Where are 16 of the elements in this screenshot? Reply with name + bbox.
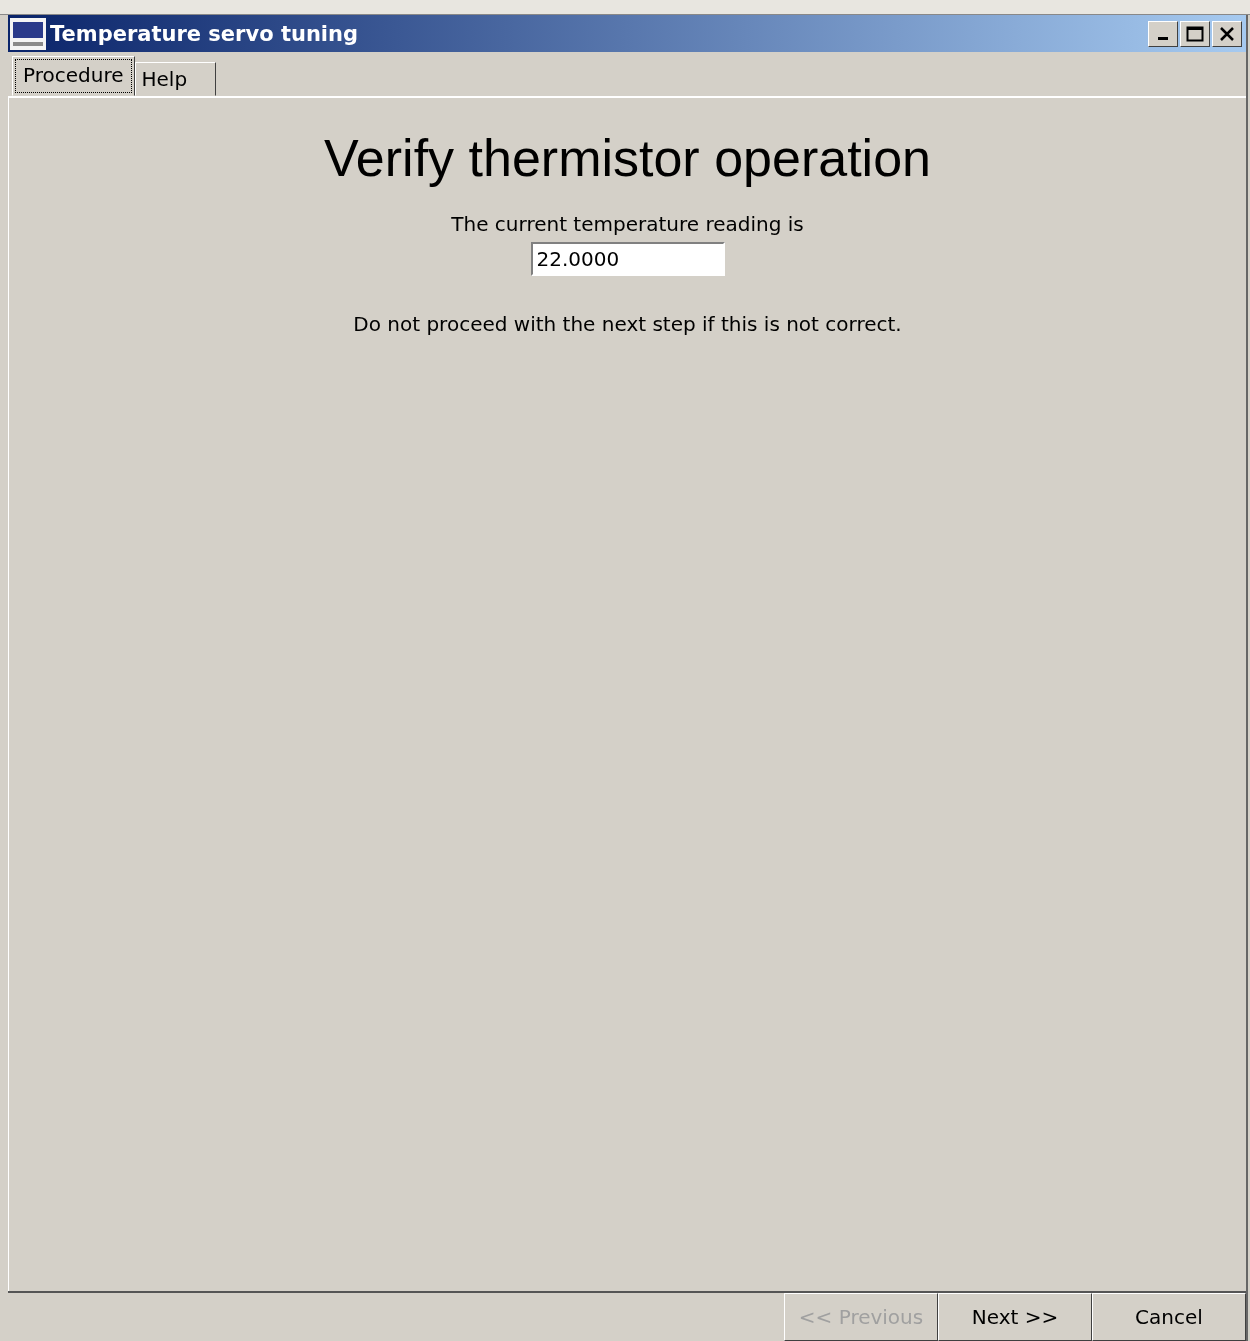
wizard-button[interactable]: Cancel — [1092, 1293, 1246, 1341]
maximize-icon — [1186, 25, 1204, 42]
minimize-icon — [1158, 37, 1168, 40]
page-heading: Verify thermistor operation — [324, 128, 931, 188]
close-button[interactable] — [1212, 20, 1242, 47]
wizard-button[interactable]: Next >> — [938, 1293, 1092, 1341]
reading-label: The current temperature reading is — [451, 212, 804, 236]
close-icon — [1219, 25, 1235, 42]
minimize-button[interactable] — [1148, 20, 1178, 47]
tab[interactable]: Help — [134, 62, 217, 96]
window-title: Temperature servo tuning — [50, 21, 359, 46]
warning-text: Do not proceed with the next step if this is not correct. — [353, 312, 902, 336]
temperature-field[interactable]: 22.0000 — [530, 242, 725, 276]
app-icon — [10, 17, 46, 50]
tab[interactable]: Procedure — [12, 56, 135, 96]
maximize-button[interactable] — [1180, 20, 1210, 47]
